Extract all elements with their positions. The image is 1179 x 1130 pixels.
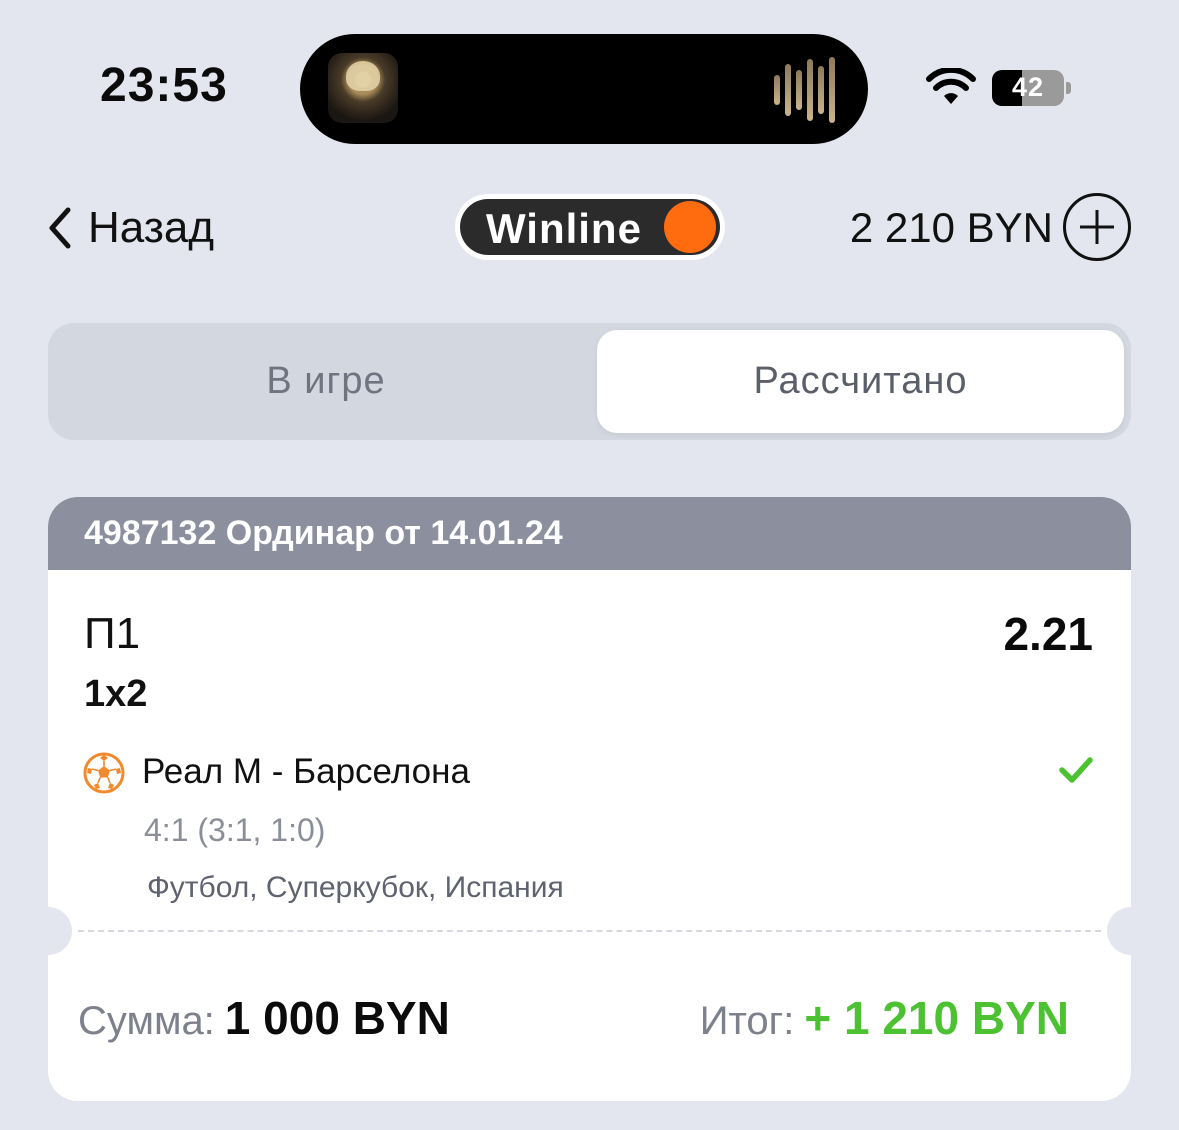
brand-logo: Winline	[455, 194, 725, 260]
result-value: + 1 210 BYN	[804, 992, 1069, 1044]
bet-odds: 2.21	[1003, 608, 1093, 660]
stake-label: Сумма:	[78, 999, 215, 1043]
result-row: Итог: + 1 210 BYN	[700, 991, 1069, 1045]
stake-row: Сумма: 1 000 BYN	[78, 991, 450, 1045]
tab-settled[interactable]: Рассчитано	[597, 330, 1124, 433]
back-label: Назад	[88, 203, 215, 252]
dynamic-island[interactable]	[300, 34, 868, 144]
ticket-divider	[78, 930, 1101, 932]
ticket-notch-right	[1107, 907, 1131, 955]
bet-card[interactable]: 4987132 Ординар от 14.01.24 П1 2.21 1x2 …	[48, 497, 1131, 1101]
checkmark-icon	[1059, 757, 1093, 783]
stake-value: 1 000 BYN	[224, 992, 450, 1044]
bet-status-tabs: В игре Рассчитано	[48, 323, 1131, 440]
match-league: Футбол, Суперкубок, Испания	[147, 871, 564, 904]
bet-market: 1x2	[84, 673, 148, 715]
football-icon	[83, 752, 125, 794]
now-playing-artwork[interactable]	[328, 53, 398, 123]
account-balance: 2 210 BYN	[849, 204, 1053, 251]
bet-outcome: П1	[84, 609, 141, 658]
add-funds-button[interactable]	[1063, 193, 1131, 261]
result-label: Итог:	[699, 999, 795, 1043]
battery-cap	[1066, 82, 1071, 94]
battery-icon: 42	[992, 70, 1064, 106]
status-time: 23:53	[100, 59, 228, 112]
brand-dot-icon	[664, 201, 716, 253]
ticket-notch-left	[48, 907, 72, 955]
bet-header: 4987132 Ординар от 14.01.24	[48, 497, 1131, 570]
audio-waveform-icon	[774, 56, 844, 124]
match-score: 4:1 (3:1, 1:0)	[144, 812, 326, 848]
match-name: Реал М - Барселона	[142, 752, 470, 791]
chevron-left-icon	[49, 207, 71, 249]
battery-percentage: 42	[1011, 72, 1045, 102]
brand-name: Winline	[486, 205, 642, 252]
wifi-icon	[926, 68, 976, 104]
tab-in-play[interactable]: В игре	[56, 330, 596, 433]
back-button[interactable]: Назад	[44, 198, 214, 258]
